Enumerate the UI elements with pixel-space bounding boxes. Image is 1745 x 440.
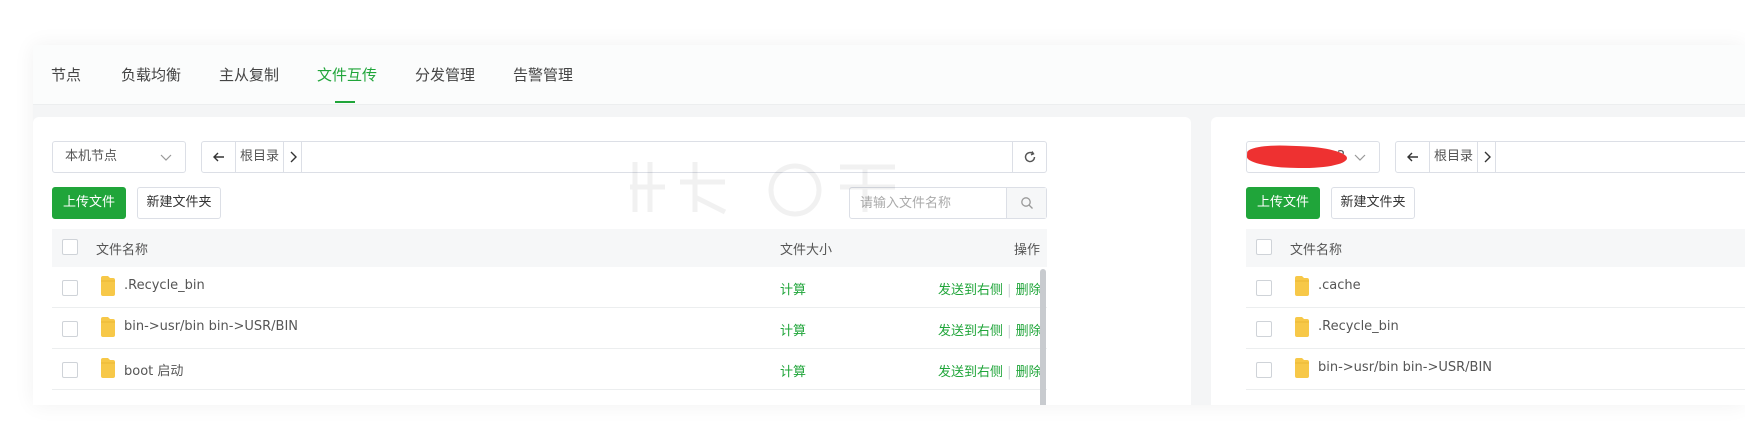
table-row[interactable]: bin->usr/bin bin->USR/BIN [1246,349,1745,390]
column-header-name: 文件名称 [1290,243,1343,258]
node-select-value: 本机节点 [65,149,118,164]
upload-file-button[interactable]: 上传文件 [52,187,126,219]
action-divider: | [1007,365,1016,380]
delete-link[interactable]: 删除 [1016,283,1042,298]
top-tab-bar: 节点 负载均衡 主从复制 文件互传 分发管理 告警管理 [33,45,1745,105]
breadcrumb-root[interactable]: 根目录 [236,142,284,172]
path-next-button[interactable] [284,142,302,172]
remote-table-header: 文件名称 [1246,229,1745,267]
remote-upload-file-button[interactable]: 上传文件 [1246,187,1320,219]
calculate-size-link[interactable]: 计算 [780,361,806,380]
table-header: 文件名称 文件大小 操作 [52,229,1047,267]
row-checkbox[interactable] [62,280,78,296]
remote-node-select[interactable]: 2 [1246,141,1380,173]
send-to-right-link[interactable]: 发送到右侧 [938,324,1003,339]
folder-icon [1295,276,1309,296]
remote-path-bar: 根目录 [1395,141,1745,173]
right-file-panel: 2 根目录 上传文件 新建文件夹 文件名称 .cache [1211,117,1745,405]
active-tab-indicator [335,101,355,103]
calculate-size-link[interactable]: 计算 [780,320,806,339]
search-input[interactable] [850,188,1008,218]
remote-back-button[interactable] [1396,142,1430,172]
column-header-name: 文件名称 [96,243,149,258]
left-file-panel: 本机节点 根目录 上传文件 新建文件夹 文件名称 文件 [33,117,1191,405]
chevron-right-icon [290,151,297,163]
row-actions: 发送到右侧 | 删除 [938,279,1042,298]
tab-distribution-management[interactable]: 分发管理 [415,65,475,85]
delete-link[interactable]: 删除 [1016,365,1042,380]
table-row[interactable]: .Recycle_bin [1246,308,1745,349]
send-to-right-link[interactable]: 发送到右侧 [938,365,1003,380]
arrow-left-icon [212,152,224,162]
remote-breadcrumb-root[interactable]: 根目录 [1430,142,1478,172]
file-name[interactable]: .Recycle_bin [124,278,205,293]
search-icon [1021,197,1033,209]
folder-icon [1295,358,1309,378]
refresh-button[interactable] [1012,142,1046,172]
tab-master-slave-replication[interactable]: 主从复制 [219,65,279,85]
folder-icon [1295,317,1309,337]
chevron-right-icon [1484,151,1491,163]
row-checkbox[interactable] [62,362,78,378]
file-name[interactable]: .cache [1318,278,1361,293]
table-row[interactable]: boot 启动 计算 发送到右侧 | 删除 [52,349,1047,390]
table-row[interactable]: .Recycle_bin 计算 发送到右侧 | 删除 [52,267,1047,308]
row-checkbox[interactable] [1256,280,1272,296]
remote-select-all-checkbox[interactable] [1256,239,1272,255]
table-row[interactable]: bin->usr/bin bin->USR/BIN 计算 发送到右侧 | 删除 [52,308,1047,349]
new-folder-button[interactable]: 新建文件夹 [137,187,221,219]
file-search [849,187,1047,219]
tab-nodes[interactable]: 节点 [51,65,81,85]
path-bar: 根目录 [201,141,1047,173]
search-button[interactable] [1006,188,1046,218]
folder-icon [101,317,115,337]
redaction-mark [1247,144,1348,170]
file-name[interactable]: bin->usr/bin bin->USR/BIN [124,319,298,334]
column-header-size: 文件大小 [780,243,833,258]
file-name[interactable]: boot 启动 [124,360,183,379]
arrow-left-icon [1406,152,1418,162]
row-actions: 发送到右侧 | 删除 [938,361,1042,380]
node-select[interactable]: 本机节点 [52,141,186,173]
back-button[interactable] [202,142,236,172]
chevron-down-icon [1354,154,1366,161]
table-row[interactable]: .cache [1246,267,1745,308]
row-checkbox[interactable] [1256,321,1272,337]
delete-link[interactable]: 删除 [1016,324,1042,339]
refresh-icon [1024,151,1036,163]
calculate-size-link[interactable]: 计算 [780,279,806,298]
tab-load-balancing[interactable]: 负载均衡 [121,65,181,85]
send-to-right-link[interactable]: 发送到右侧 [938,283,1003,298]
folder-icon [101,358,115,378]
chevron-down-icon [160,154,172,161]
row-checkbox[interactable] [62,321,78,337]
file-name[interactable]: bin->usr/bin bin->USR/BIN [1318,360,1492,375]
table-scrollbar[interactable] [1040,269,1046,405]
file-transfer-window: 节点 负载均衡 主从复制 文件互传 分发管理 告警管理 本机节点 根目录 上传文… [33,45,1745,405]
action-divider: | [1007,324,1016,339]
row-checkbox[interactable] [1256,362,1272,378]
file-name[interactable]: .Recycle_bin [1318,319,1399,334]
action-divider: | [1007,283,1016,298]
tab-file-transfer[interactable]: 文件互传 [317,65,377,85]
folder-icon [101,276,115,296]
tab-alert-management[interactable]: 告警管理 [513,65,573,85]
column-header-actions: 操作 [1014,243,1041,258]
select-all-checkbox[interactable] [62,239,78,255]
remote-new-folder-button[interactable]: 新建文件夹 [1331,187,1415,219]
remote-path-next-button[interactable] [1478,142,1496,172]
row-actions: 发送到右侧 | 删除 [938,320,1042,339]
